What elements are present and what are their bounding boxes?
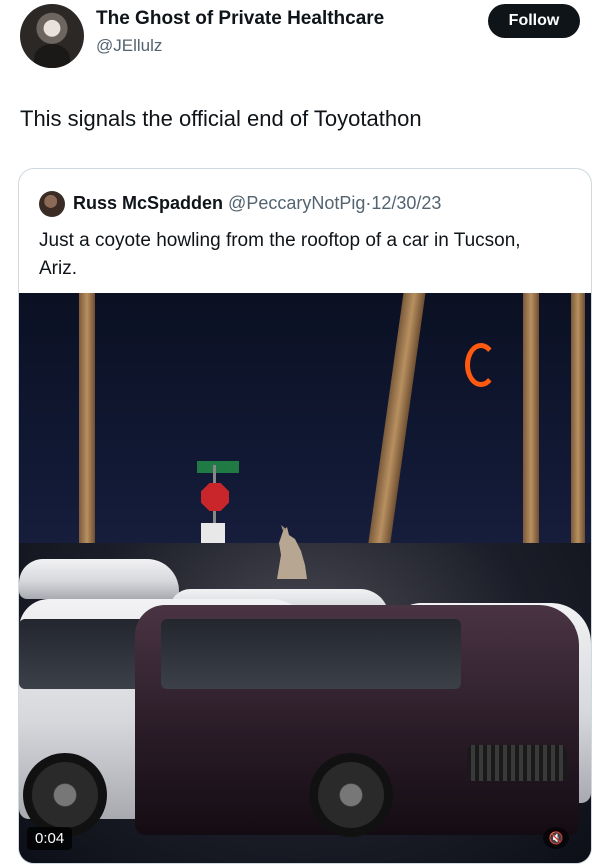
quoted-author-handle[interactable]: @PeccaryNotPig xyxy=(228,193,365,213)
stop-sign xyxy=(201,483,229,511)
car-wheel xyxy=(23,753,107,837)
author-handle[interactable]: @JEllulz xyxy=(96,36,162,56)
street-sign xyxy=(197,461,239,473)
hotel-sign-logo-icon xyxy=(465,343,497,387)
video-timestamp: 0:04 xyxy=(27,827,73,850)
car-wheel xyxy=(309,753,393,837)
car-window xyxy=(161,619,461,689)
coyote-figure xyxy=(277,525,307,579)
car-grille xyxy=(467,745,567,781)
palm-trunk xyxy=(79,293,95,561)
speaker-muted-icon[interactable]: 🔇 xyxy=(543,827,569,849)
tweet-text: This signals the official end of Toyotat… xyxy=(20,106,422,131)
quoted-tweet-card[interactable]: Russ McSpadden @PeccaryNotPig·12/30/23 J… xyxy=(18,168,592,864)
quoted-author-avatar[interactable] xyxy=(39,191,65,217)
quoted-tweet-text: Just a coyote howling from the rooftop o… xyxy=(39,230,521,279)
author-avatar[interactable] xyxy=(20,4,84,68)
quoted-author-name[interactable]: Russ McSpadden xyxy=(73,193,223,213)
white-suv-back xyxy=(19,559,179,599)
author-display-name[interactable]: The Ghost of Private Healthcare xyxy=(96,8,384,30)
video-player[interactable]: 0:04 🔇 xyxy=(19,293,591,863)
quoted-tweet-header: Russ McSpadden @PeccaryNotPig·12/30/23 xyxy=(73,193,441,214)
quoted-tweet-date[interactable]: 12/30/23 xyxy=(371,193,441,213)
follow-button[interactable]: Follow xyxy=(488,4,580,38)
